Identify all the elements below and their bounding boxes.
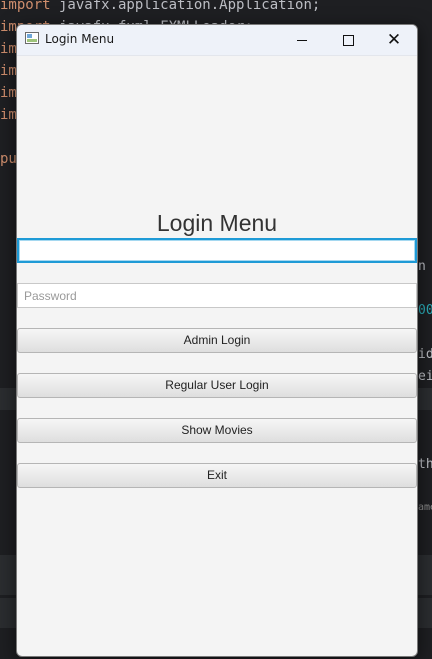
java-app-icon — [25, 32, 39, 44]
minimize-button[interactable] — [279, 25, 325, 55]
show-movies-button[interactable]: Show Movies — [17, 418, 417, 443]
regular-user-login-button[interactable]: Regular User Login — [17, 373, 417, 398]
admin-login-button[interactable]: Admin Login — [17, 328, 417, 353]
maximize-button[interactable] — [325, 25, 371, 55]
code-fragment: th — [418, 457, 432, 472]
code-fragment: id — [418, 347, 432, 362]
code-line: import javafx.application.Application; — [0, 0, 321, 13]
username-input[interactable] — [17, 238, 417, 263]
code-line: im — [0, 85, 17, 101]
minimize-icon — [297, 39, 307, 41]
code-fragment: 00 — [418, 303, 432, 318]
close-button[interactable]: ✕ — [371, 25, 417, 55]
login-form: Login Menu Admin Login Regular User Logi… — [17, 56, 417, 656]
code-fragment: ei — [418, 369, 432, 384]
code-line: im — [0, 63, 17, 79]
maximize-icon — [342, 34, 354, 46]
login-window: Login Menu ✕ Login Menu Admin Login Regu… — [16, 24, 418, 657]
window-titlebar[interactable]: Login Menu ✕ — [17, 25, 417, 56]
code-line: pu — [0, 151, 17, 167]
code-fragment: ame — [418, 502, 432, 513]
exit-button[interactable]: Exit — [17, 463, 417, 488]
code-line: im — [0, 107, 17, 123]
page-title: Login Menu — [156, 210, 278, 236]
code-fragment: n — [418, 259, 426, 274]
code-line: im — [0, 41, 17, 57]
password-input[interactable] — [17, 283, 417, 308]
close-icon: ✕ — [386, 29, 402, 50]
window-title: Login Menu — [45, 32, 115, 46]
